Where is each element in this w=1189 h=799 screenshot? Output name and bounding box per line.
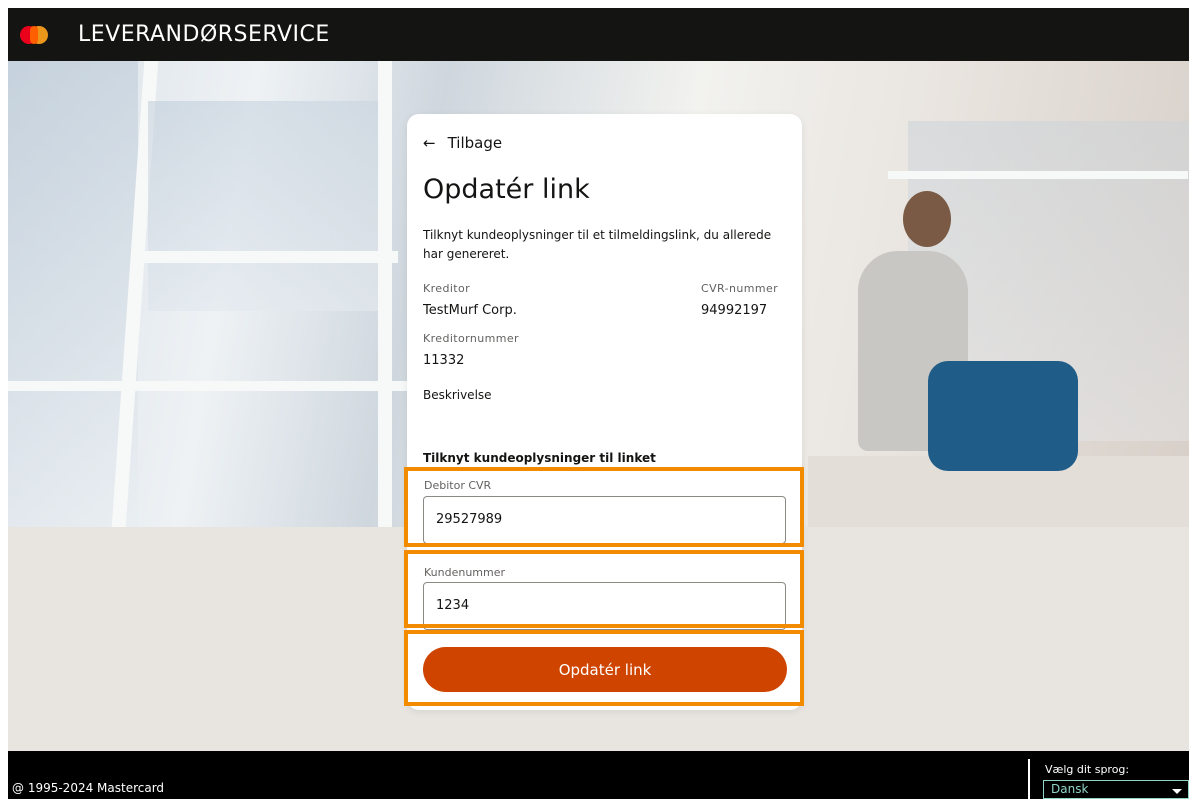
top-header: LEVERANDØRSERVICE	[8, 8, 1189, 61]
chevron-down-icon	[1172, 789, 1182, 794]
highlight-debitor-cvr	[404, 467, 804, 547]
back-label: Tilbage	[447, 134, 503, 152]
cvr-value: 94992197	[701, 303, 768, 318]
copyright-text: @ 1995-2024 Mastercard	[12, 781, 165, 795]
language-select[interactable]: Dansk	[1043, 780, 1189, 799]
footer-divider	[1028, 759, 1030, 799]
kreditornummer-value: 11332	[423, 353, 465, 368]
mastercard-logo-icon	[14, 8, 54, 61]
highlight-kundenummer	[404, 550, 804, 628]
cvr-label: CVR-nummer	[701, 282, 779, 295]
highlight-submit	[404, 630, 804, 706]
section-title: Tilknyt kundeoplysninger til linket	[423, 451, 656, 465]
language-value: Dansk	[1051, 782, 1089, 796]
arrow-left-icon: ←	[423, 134, 436, 152]
site-title: LEVERANDØRSERVICE	[78, 22, 330, 47]
kreditornummer-label: Kreditornummer	[423, 332, 519, 345]
page-description: Tilknyt kundeoplysninger til et tilmeldi…	[423, 228, 772, 261]
back-link[interactable]: ← Tilbage	[423, 134, 502, 152]
footer: @ 1995-2024 Mastercard Vælg dit sprog: D…	[8, 751, 1189, 799]
kreditor-value: TestMurf Corp.	[423, 303, 517, 318]
page-title: Opdatér link	[423, 174, 590, 205]
beskrivelse-label: Beskrivelse	[423, 388, 492, 402]
kreditor-label: Kreditor	[423, 282, 471, 295]
language-label: Vælg dit sprog:	[1045, 763, 1130, 776]
